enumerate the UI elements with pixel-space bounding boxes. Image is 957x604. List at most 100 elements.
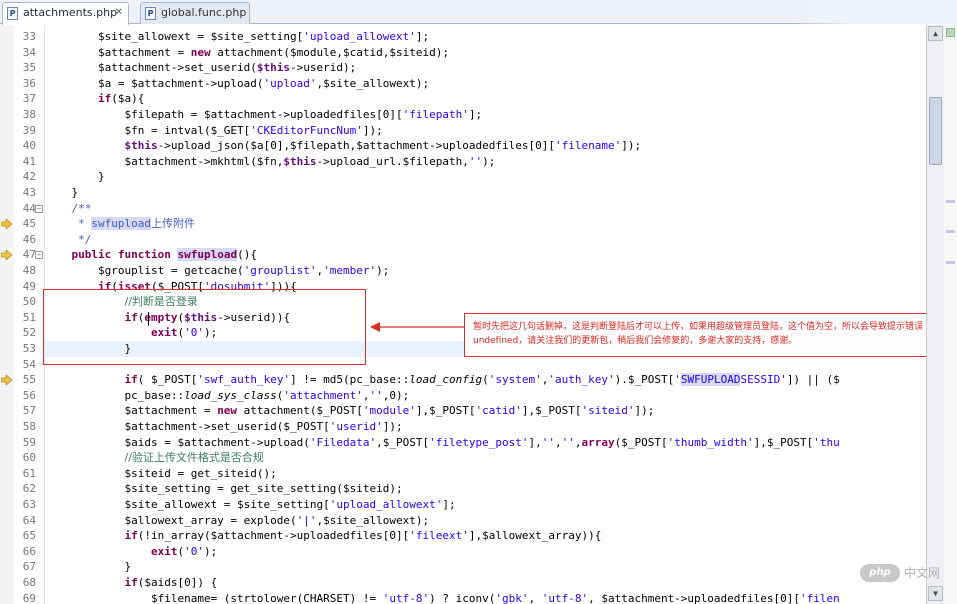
search-result-arrow-icon[interactable] [1, 250, 12, 261]
code-line[interactable]: if($aids[0]) { [45, 575, 926, 591]
code-token: $filename= (strtolower(CHARSET) != [45, 591, 383, 604]
line-number: 69 [22, 591, 36, 604]
code-token: attachment($_POST[ [237, 404, 363, 418]
overview-marker[interactable] [946, 261, 955, 264]
code-token: ] != md5(pc_base:: [290, 373, 410, 387]
code-line[interactable]: if($a){ [45, 91, 926, 107]
code-token: 'CKEditorFuncNum' [250, 123, 363, 137]
code-line[interactable]: exit('0'); [45, 544, 926, 560]
line-number: 36 [22, 76, 36, 90]
code-line[interactable]: $attachment->set_userid($this->userid); [45, 60, 926, 76]
code-line[interactable]: public function swfupload(){ [45, 247, 926, 263]
code-line[interactable]: } [45, 169, 926, 185]
line-number: 48 [22, 264, 36, 277]
code-line[interactable]: } [45, 185, 926, 201]
code-token: 'upload_allowext' [329, 498, 443, 511]
code-token: pc_base:: [45, 388, 185, 402]
code-token: $allowext_array = explode( [45, 513, 297, 527]
code-token: 'fileext' [409, 529, 469, 543]
tab-label: attachments.php [23, 6, 118, 19]
code-line[interactable]: $site_allowext = $site_setting['upload_a… [45, 29, 926, 45]
tab-label: global.func.php [161, 6, 247, 19]
code-line[interactable]: //验证上传文件格式是否合规 [45, 450, 926, 466]
code-line[interactable]: if( $_POST['swf_auth_key'] != md5(pc_bas… [45, 372, 926, 388]
line-number: 60 [22, 451, 36, 465]
code-line[interactable]: $filename= (strtolower(CHARSET) != 'utf-… [45, 591, 926, 604]
scroll-down-icon[interactable]: ▼ [928, 586, 943, 601]
tab-attachments-php[interactable]: P attachments.php ✕ [2, 2, 129, 25]
line-number: 56 [22, 388, 36, 402]
line-number: 63 [22, 498, 36, 511]
close-icon[interactable]: ✕ [115, 3, 123, 23]
fold-collapse-icon[interactable]: − [35, 251, 43, 260]
line-number: 59 [22, 435, 36, 449]
code-line[interactable]: $attachment->mkhtml($fn,$this->upload_ur… [45, 154, 926, 170]
code-token: ->upload_json($a[0],$filepath,$attachmen… [157, 139, 555, 153]
code-token: (!in_array($attachment->uploadedfiles[0]… [137, 529, 410, 543]
code-line[interactable]: $fn = intval($_GET['CKEditorFuncNum']); [45, 123, 926, 139]
code-line[interactable]: $allowext_array = explode('|',$site_allo… [45, 513, 926, 529]
code-line[interactable]: $site_setting = get_site_setting($siteid… [45, 481, 926, 497]
scroll-up-icon[interactable]: ▲ [928, 26, 943, 41]
code-token: '' [369, 388, 383, 402]
overview-marker[interactable] [946, 230, 955, 233]
code-token: array [581, 435, 615, 449]
search-result-arrow-icon[interactable] [1, 375, 12, 386]
code-token: , [362, 388, 370, 402]
fold-collapse-icon[interactable]: − [35, 204, 43, 213]
code-line[interactable]: $filepath = $attachment->uploadedfiles[0… [45, 107, 926, 123]
code-line[interactable]: * swfupload上传附件 [45, 216, 926, 232]
code-line[interactable]: $attachment = new attachment($module,$ca… [45, 45, 926, 61]
code-token: $attachment->set_userid($_POST[ [45, 420, 330, 433]
code-line[interactable]: $this->upload_json($a[0],$filepath,$atta… [45, 138, 926, 154]
code-token: ' [674, 373, 681, 387]
code-line[interactable]: pc_base::load_sys_class('attachment','',… [45, 388, 926, 404]
line-number: 35 [22, 61, 36, 75]
code-line[interactable]: $attachment = new attachment($_POST['mod… [45, 403, 926, 419]
code-token: ->upload_url.$filepath, [316, 154, 469, 168]
code-token: , [554, 435, 562, 449]
code-line[interactable]: } [45, 559, 926, 575]
code-token: ); [376, 264, 390, 277]
overview-ruler [944, 25, 957, 604]
scrollbar-thumb[interactable] [929, 97, 942, 165]
code-token: 'upload' [263, 76, 317, 90]
code-token: ]; [468, 108, 483, 121]
code-line[interactable]: $attachment->set_userid($_POST['userid']… [45, 419, 926, 435]
code-line[interactable]: $a = $attachment->upload('upload',$site_… [45, 76, 926, 92]
code-line[interactable]: $siteid = get_siteid(); [45, 466, 926, 482]
code-line[interactable]: $aids = $attachment->upload('Filedata',$… [45, 435, 926, 451]
tab-global-func-php[interactable]: P global.func.php [140, 2, 250, 24]
code-token: swfupload [91, 217, 151, 231]
line-number: 61 [22, 466, 36, 480]
code-token: ],$_POST[ [415, 404, 476, 418]
code-token: * [45, 217, 92, 231]
code-token: $siteid = get_siteid(); [45, 466, 277, 480]
line-number: 41 [22, 154, 36, 168]
code-token: ->userid); [290, 61, 357, 75]
code-token: 'swf_auth_key' [197, 373, 291, 387]
annotation-note: 暂时先把这几句话删掉，这是判断登陆后才可以上传，如果用超级管理员登陆，这个值为空… [464, 313, 954, 357]
code-line[interactable]: */ [45, 232, 926, 248]
code-token: 'member' [323, 264, 377, 277]
code-token: load_sys_class [184, 388, 277, 402]
overview-marker[interactable] [946, 200, 955, 203]
code-token: '' [541, 435, 555, 449]
code-token: 'catid' [475, 404, 522, 418]
code-token: /** [45, 201, 92, 215]
code-token: 'auth_key' [548, 373, 615, 387]
editor-tab-bar: P attachments.php ✕ P global.func.php [0, 0, 957, 25]
code-token: 'Filedata' [309, 435, 377, 449]
code-line[interactable]: $grouplist = getcache('grouplist','membe… [45, 263, 926, 279]
code-line[interactable]: if(!in_array($attachment->uploadedfiles[… [45, 528, 926, 544]
code-line[interactable]: /** [45, 201, 926, 217]
code-token: ($a){ [111, 92, 145, 106]
code-line[interactable]: $site_allowext = $site_setting['upload_a… [45, 497, 926, 513]
watermark-badge: php [860, 564, 900, 582]
search-result-arrow-icon[interactable] [1, 219, 12, 230]
code-token: 'filetype_post' [429, 435, 529, 449]
code-token: '|' [296, 513, 317, 527]
vertical-scrollbar[interactable]: ▲ ▼ [926, 25, 944, 604]
line-number: 39 [22, 123, 36, 137]
code-token: ]; [442, 498, 456, 511]
